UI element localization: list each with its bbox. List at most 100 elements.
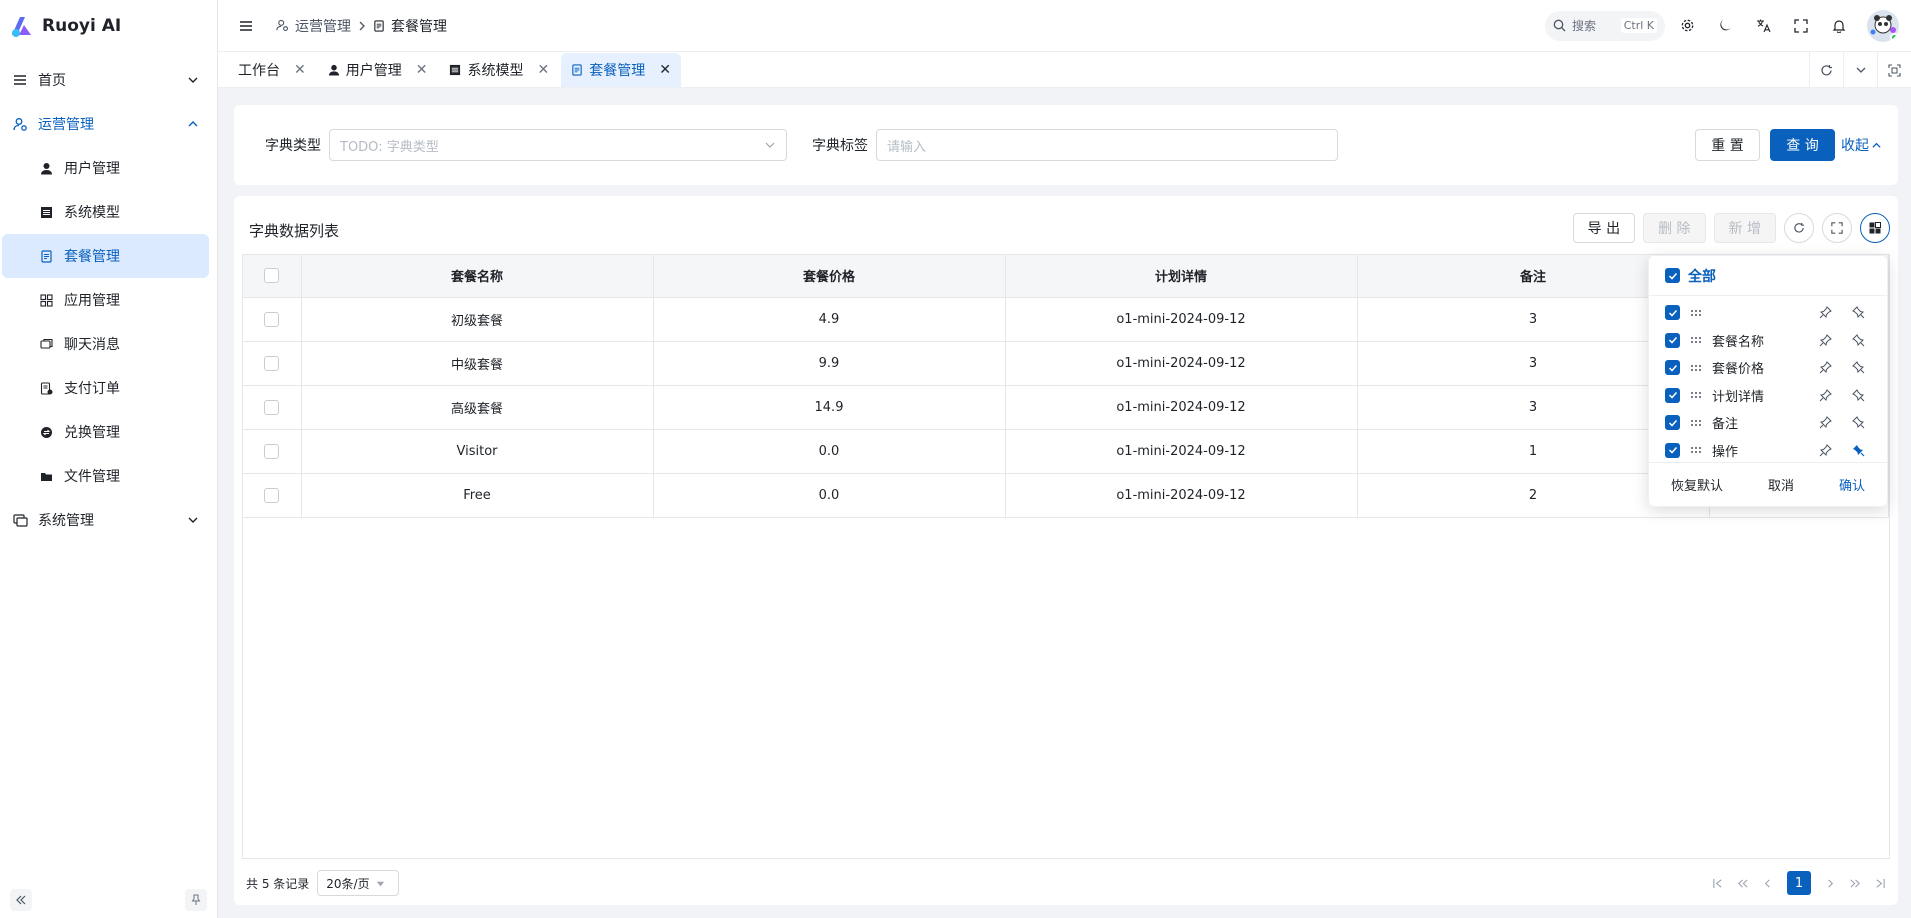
pin-left-icon[interactable] bbox=[1819, 416, 1832, 429]
checked-checkbox-icon[interactable] bbox=[1665, 305, 1680, 321]
drag-handle-icon[interactable] bbox=[1690, 391, 1702, 399]
select-all-columns[interactable]: 全部 bbox=[1649, 256, 1887, 296]
column-option[interactable]: 操作 bbox=[1649, 437, 1887, 465]
row-checkbox[interactable] bbox=[264, 487, 280, 503]
dict-type-select[interactable]: TODO: 字典类型 bbox=[329, 129, 787, 161]
column-option[interactable]: 计划详情 bbox=[1649, 382, 1887, 410]
export-button[interactable]: 导 出 bbox=[1572, 213, 1636, 243]
checked-checkbox-icon[interactable] bbox=[1665, 360, 1680, 376]
close-icon[interactable]: ✕ bbox=[416, 62, 428, 78]
close-icon[interactable]: ✕ bbox=[537, 62, 549, 78]
table-row[interactable]: 高级套餐 14.9 o1-mini-2024-09-12 3 bbox=[243, 385, 1889, 430]
checked-checkbox-icon[interactable] bbox=[1665, 442, 1680, 458]
pin-right-icon[interactable] bbox=[1852, 306, 1865, 319]
next-five-icon[interactable] bbox=[1850, 878, 1861, 889]
fullscreen-icon[interactable] bbox=[1785, 10, 1817, 42]
page-size-select[interactable]: 20条/页 bbox=[317, 870, 400, 896]
refresh-icon[interactable] bbox=[1809, 52, 1843, 88]
pin-right-icon[interactable] bbox=[1852, 388, 1865, 402]
drag-handle-icon[interactable] bbox=[1690, 309, 1702, 317]
pin-sidebar-icon[interactable] bbox=[185, 889, 207, 911]
translate-icon[interactable] bbox=[1747, 10, 1779, 42]
focus-mode-icon[interactable] bbox=[1877, 52, 1911, 88]
table-row[interactable]: 初级套餐 4.9 o1-mini-2024-09-12 3 bbox=[243, 297, 1889, 342]
prev-five-icon[interactable] bbox=[1737, 878, 1748, 889]
sidebar-item-payment-orders[interactable]: 支付订单 bbox=[2, 366, 209, 410]
first-page-icon[interactable] bbox=[1712, 878, 1723, 889]
cancel-button[interactable]: 取消 bbox=[1768, 475, 1794, 494]
column-header[interactable]: 套餐价格 bbox=[653, 255, 1006, 298]
drag-handle-icon[interactable] bbox=[1690, 446, 1702, 454]
column-option[interactable]: 备注 bbox=[1649, 409, 1887, 437]
pin-left-icon[interactable] bbox=[1819, 443, 1832, 457]
drag-handle-icon[interactable] bbox=[1690, 364, 1702, 372]
reset-button[interactable]: 重 置 bbox=[1695, 129, 1760, 161]
next-page-icon[interactable] bbox=[1825, 878, 1836, 889]
pin-right-icon[interactable] bbox=[1852, 333, 1865, 347]
add-button[interactable]: 新 增 bbox=[1713, 213, 1776, 243]
sidebar-item-chat-messages[interactable]: 聊天消息 bbox=[2, 322, 209, 366]
sidebar-item-app-management[interactable]: 应用管理 bbox=[2, 278, 209, 322]
column-option[interactable] bbox=[1649, 299, 1887, 327]
row-checkbox[interactable] bbox=[264, 355, 280, 371]
delete-button[interactable]: 删 除 bbox=[1643, 213, 1706, 243]
sidebar-item-system-management[interactable]: 系统管理 bbox=[0, 498, 217, 542]
refresh-icon[interactable] bbox=[1784, 213, 1814, 243]
prev-page-icon[interactable] bbox=[1762, 878, 1773, 889]
chevron-down-icon[interactable] bbox=[1843, 52, 1877, 88]
pin-left-icon[interactable] bbox=[1819, 306, 1832, 319]
collapse-sidebar-icon[interactable] bbox=[10, 889, 32, 911]
app-logo[interactable]: Ruoyi AI bbox=[0, 0, 217, 52]
pin-left-icon[interactable] bbox=[1819, 361, 1832, 374]
column-option[interactable]: 套餐名称 bbox=[1649, 327, 1887, 355]
sidebar-item-operations[interactable]: 运营管理 bbox=[0, 102, 217, 146]
checked-checkbox-icon[interactable] bbox=[1665, 268, 1680, 283]
pin-left-icon[interactable] bbox=[1819, 388, 1832, 402]
drag-handle-icon[interactable] bbox=[1690, 419, 1702, 427]
restore-default-button[interactable]: 恢复默认 bbox=[1671, 475, 1723, 494]
drag-handle-icon[interactable] bbox=[1690, 336, 1702, 344]
last-page-icon[interactable] bbox=[1875, 878, 1886, 889]
user-avatar[interactable] bbox=[1867, 9, 1899, 42]
close-icon[interactable]: ✕ bbox=[659, 62, 671, 78]
pin-left-icon[interactable] bbox=[1819, 333, 1832, 347]
row-checkbox[interactable] bbox=[264, 399, 280, 415]
table-row[interactable]: Visitor 0.0 o1-mini-2024-09-12 1 bbox=[243, 429, 1889, 474]
row-checkbox[interactable] bbox=[264, 311, 280, 327]
column-header[interactable]: 计划详情 bbox=[1005, 255, 1358, 298]
sidebar-item-home[interactable]: 首页 bbox=[0, 58, 217, 102]
collapse-link[interactable]: 收起 bbox=[1841, 135, 1882, 155]
column-option[interactable]: 套餐价格 bbox=[1649, 354, 1887, 382]
fullscreen-icon[interactable] bbox=[1822, 213, 1852, 243]
pin-right-active-icon[interactable] bbox=[1852, 444, 1865, 457]
tab-package-management[interactable]: 套餐管理 ✕ bbox=[561, 53, 681, 87]
sidebar-item-exchange-management[interactable]: 兑换管理 bbox=[2, 410, 209, 454]
dict-tag-input[interactable]: 请输入 bbox=[876, 129, 1338, 161]
sidebar-item-package-management[interactable]: 套餐管理 bbox=[2, 234, 209, 278]
page-number-current[interactable]: 1 bbox=[1787, 871, 1811, 895]
column-header[interactable]: 套餐名称 bbox=[301, 255, 654, 298]
checked-checkbox-icon[interactable] bbox=[1665, 415, 1680, 431]
bell-icon[interactable] bbox=[1823, 10, 1855, 42]
sidebar-item-file-management[interactable]: 文件管理 bbox=[2, 454, 209, 498]
tab-system-model[interactable]: 系统模型 ✕ bbox=[439, 53, 559, 87]
query-button[interactable]: 查 询 bbox=[1770, 129, 1835, 161]
pin-right-icon[interactable] bbox=[1852, 361, 1865, 374]
confirm-button[interactable]: 确认 bbox=[1839, 475, 1865, 494]
breadcrumb-item[interactable]: 运营管理 bbox=[295, 16, 351, 36]
sidebar-item-system-model[interactable]: 系统模型 bbox=[2, 190, 209, 234]
pin-right-icon[interactable] bbox=[1852, 416, 1865, 429]
dark-mode-moon-icon[interactable] bbox=[1709, 10, 1741, 42]
sidebar-item-user-management[interactable]: 用户管理 bbox=[2, 146, 209, 190]
tab-workbench[interactable]: 工作台 ✕ bbox=[228, 53, 316, 87]
row-checkbox[interactable] bbox=[264, 443, 280, 459]
column-settings-icon[interactable] bbox=[1860, 213, 1890, 243]
checked-checkbox-icon[interactable] bbox=[1665, 332, 1680, 348]
close-icon[interactable]: ✕ bbox=[294, 62, 306, 78]
select-all-checkbox[interactable] bbox=[264, 268, 280, 284]
menu-toggle-icon[interactable] bbox=[230, 10, 262, 42]
table-row[interactable]: Free 0.0 o1-mini-2024-09-12 2 bbox=[243, 473, 1889, 518]
tab-user-management[interactable]: 用户管理 ✕ bbox=[318, 53, 438, 87]
settings-gear-icon[interactable] bbox=[1671, 10, 1703, 42]
table-row[interactable]: 中级套餐 9.9 o1-mini-2024-09-12 3 bbox=[243, 341, 1889, 386]
